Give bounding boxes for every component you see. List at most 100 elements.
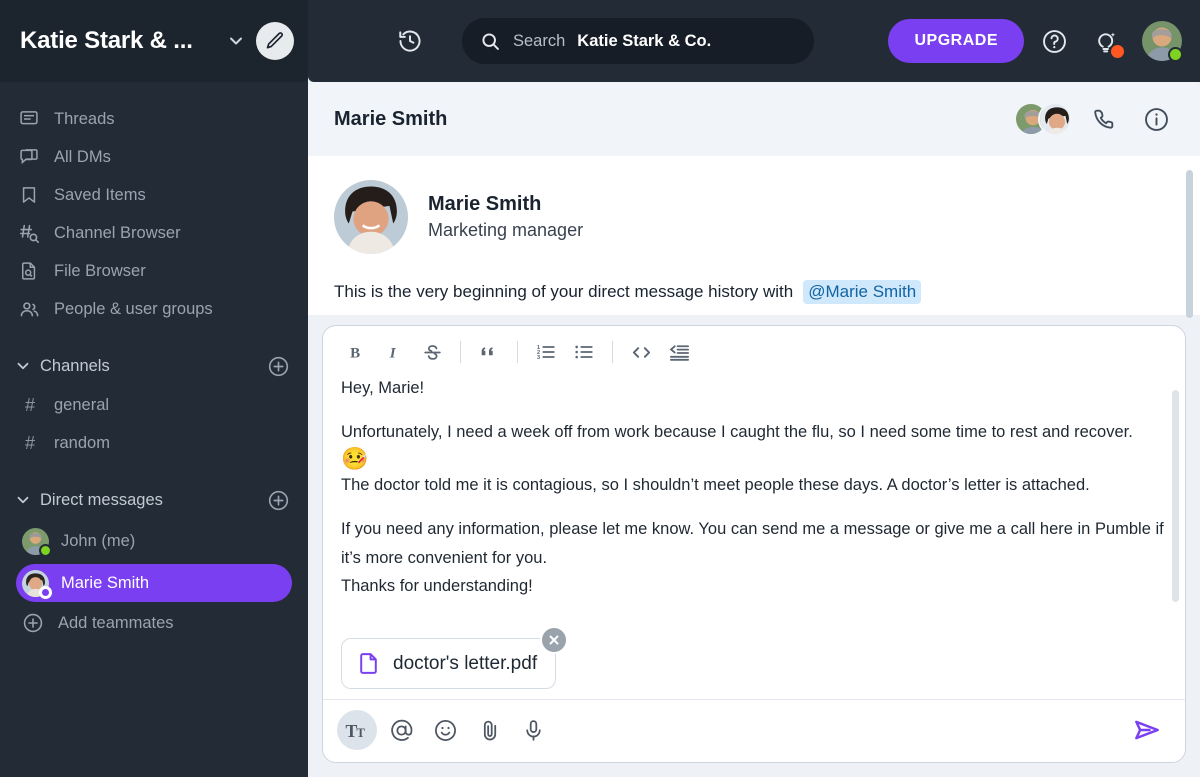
ordered-list-button[interactable]: 123 xyxy=(527,336,565,368)
profile-name: Marie Smith xyxy=(428,193,583,216)
sidebar-item-all-dms[interactable]: All DMs xyxy=(0,138,308,176)
status-dot-online xyxy=(1168,47,1183,62)
topbar: Search Katie Stark & Co. UPGRADE xyxy=(308,0,1200,82)
page-title: Marie Smith xyxy=(334,108,1014,131)
sidebar-item-label: People & user groups xyxy=(54,300,213,319)
dm-profile-card: Marie Smith Marketing manager xyxy=(334,180,1174,254)
status-dot-offline xyxy=(39,586,52,599)
profile-role: Marketing manager xyxy=(428,220,583,241)
sidebar-dm-john[interactable]: John (me) xyxy=(16,522,292,560)
channel-label: random xyxy=(54,434,110,453)
send-button[interactable] xyxy=(1125,708,1169,752)
hash-icon: # xyxy=(22,395,38,416)
compose-message-button[interactable] xyxy=(256,22,294,60)
attachment-filename: doctor's letter.pdf xyxy=(393,653,537,675)
add-channel-button[interactable] xyxy=(267,355,290,378)
send-arrow-icon xyxy=(1132,715,1162,745)
phone-icon xyxy=(1092,107,1117,132)
sidebar-item-people-user-groups[interactable]: People & user groups xyxy=(0,290,308,328)
dm-profile-text: Marie Smith Marketing manager xyxy=(428,193,583,241)
search-placeholder: Search xyxy=(513,32,565,51)
code-block-button[interactable] xyxy=(660,336,698,368)
sidebar-item-channel-browser[interactable]: Channel Browser xyxy=(0,214,308,252)
bookmark-icon xyxy=(18,184,40,206)
message-history: Marie Smith Marketing manager This is th… xyxy=(308,156,1200,315)
message-area: Marie Smith Marketing manager This is th… xyxy=(308,156,1200,777)
emoji-button[interactable] xyxy=(425,710,465,750)
composer-action-bar: TT xyxy=(323,699,1185,762)
call-button[interactable] xyxy=(1084,99,1124,139)
sidebar-item-label: Channel Browser xyxy=(54,224,181,243)
all-dms-icon xyxy=(18,146,40,168)
search-scope-value: Katie Stark & Co. xyxy=(577,32,711,51)
search-input[interactable]: Search Katie Stark & Co. xyxy=(462,18,814,64)
topbar-actions: UPGRADE xyxy=(888,19,1182,63)
sidebar-channel-random[interactable]: # random xyxy=(0,424,308,462)
chevron-down-icon xyxy=(14,357,32,375)
attachment-chip[interactable]: doctor's letter.pdf xyxy=(341,638,556,689)
channels-label: Channels xyxy=(40,357,267,376)
message-line: The doctor told me it is contagious, so … xyxy=(341,471,1167,499)
remove-attachment-button[interactable] xyxy=(540,626,568,654)
add-direct-message-button[interactable] xyxy=(267,489,290,512)
sidebar-item-label: Threads xyxy=(54,110,115,129)
sidebar-item-file-browser[interactable]: File Browser xyxy=(0,252,308,290)
workspace-header[interactable]: Katie Stark & ... xyxy=(0,0,308,82)
info-circle-icon xyxy=(1143,106,1170,133)
channels-section-header[interactable]: Channels xyxy=(0,346,308,386)
add-teammates-button[interactable]: Add teammates xyxy=(0,604,308,642)
main-area: Search Katie Stark & Co. UPGRADE xyxy=(308,0,1200,777)
svg-text:3: 3 xyxy=(537,355,541,361)
message-scrollbar[interactable] xyxy=(1186,170,1193,318)
add-teammates-label: Add teammates xyxy=(58,614,174,633)
ideas-button[interactable] xyxy=(1084,19,1128,63)
beginning-text: This is the very beginning of your direc… xyxy=(334,282,793,302)
member-avatars[interactable] xyxy=(1014,102,1072,136)
svg-text:T: T xyxy=(356,725,365,739)
sidebar-dm-marie-smith[interactable]: Marie Smith xyxy=(16,564,292,602)
workspace-name: Katie Stark & ... xyxy=(20,27,222,55)
message-line: Hey, Marie! xyxy=(341,374,1167,402)
direct-messages-section-header[interactable]: Direct messages xyxy=(0,480,308,520)
document-icon xyxy=(356,651,381,676)
quote-button[interactable] xyxy=(470,336,508,368)
message-input[interactable]: Hey, Marie! Unfortunately, I need a week… xyxy=(323,374,1185,636)
avatar xyxy=(22,528,49,555)
sidebar-item-saved-items[interactable]: Saved Items xyxy=(0,176,308,214)
attach-button[interactable] xyxy=(469,710,509,750)
bold-button[interactable]: B xyxy=(337,336,375,368)
italic-button[interactable]: I xyxy=(375,336,413,368)
upgrade-button[interactable]: UPGRADE xyxy=(888,19,1024,63)
sidebar-item-label: File Browser xyxy=(54,262,146,281)
sidebar-channel-general[interactable]: # general xyxy=(0,386,308,424)
attachment-row: doctor's letter.pdf xyxy=(323,636,1185,699)
chevron-down-icon[interactable] xyxy=(226,31,246,51)
dm-label: Marie Smith xyxy=(61,574,149,593)
sidebar-item-label: All DMs xyxy=(54,148,111,167)
status-dot-online xyxy=(39,544,52,557)
strikethrough-button[interactable] xyxy=(413,336,451,368)
user-avatar-button[interactable] xyxy=(1142,21,1182,61)
mention-button[interactable] xyxy=(381,710,421,750)
channel-browser-icon xyxy=(18,222,40,244)
history-clock-icon[interactable] xyxy=(388,19,432,63)
direct-messages-label: Direct messages xyxy=(40,491,267,510)
composer-scrollbar[interactable] xyxy=(1172,390,1179,602)
bullet-list-button[interactable] xyxy=(565,336,603,368)
sick-face-emoji: 🤒 xyxy=(341,447,1167,471)
code-button[interactable] xyxy=(622,336,660,368)
text-format-toggle[interactable]: TT xyxy=(337,710,377,750)
conversation-actions xyxy=(1014,99,1176,139)
threads-icon xyxy=(18,108,40,130)
voice-button[interactable] xyxy=(513,710,553,750)
info-button[interactable] xyxy=(1136,99,1176,139)
message-composer: B I 123 xyxy=(322,325,1186,763)
sidebar-item-threads[interactable]: Threads xyxy=(0,100,308,138)
mention-chip[interactable]: @Marie Smith xyxy=(803,280,921,304)
blank-line xyxy=(341,402,1167,418)
help-button[interactable] xyxy=(1032,19,1076,63)
avatar xyxy=(22,570,49,597)
file-browser-icon xyxy=(18,260,40,282)
svg-text:B: B xyxy=(350,345,360,361)
toolbar-divider xyxy=(460,341,461,363)
